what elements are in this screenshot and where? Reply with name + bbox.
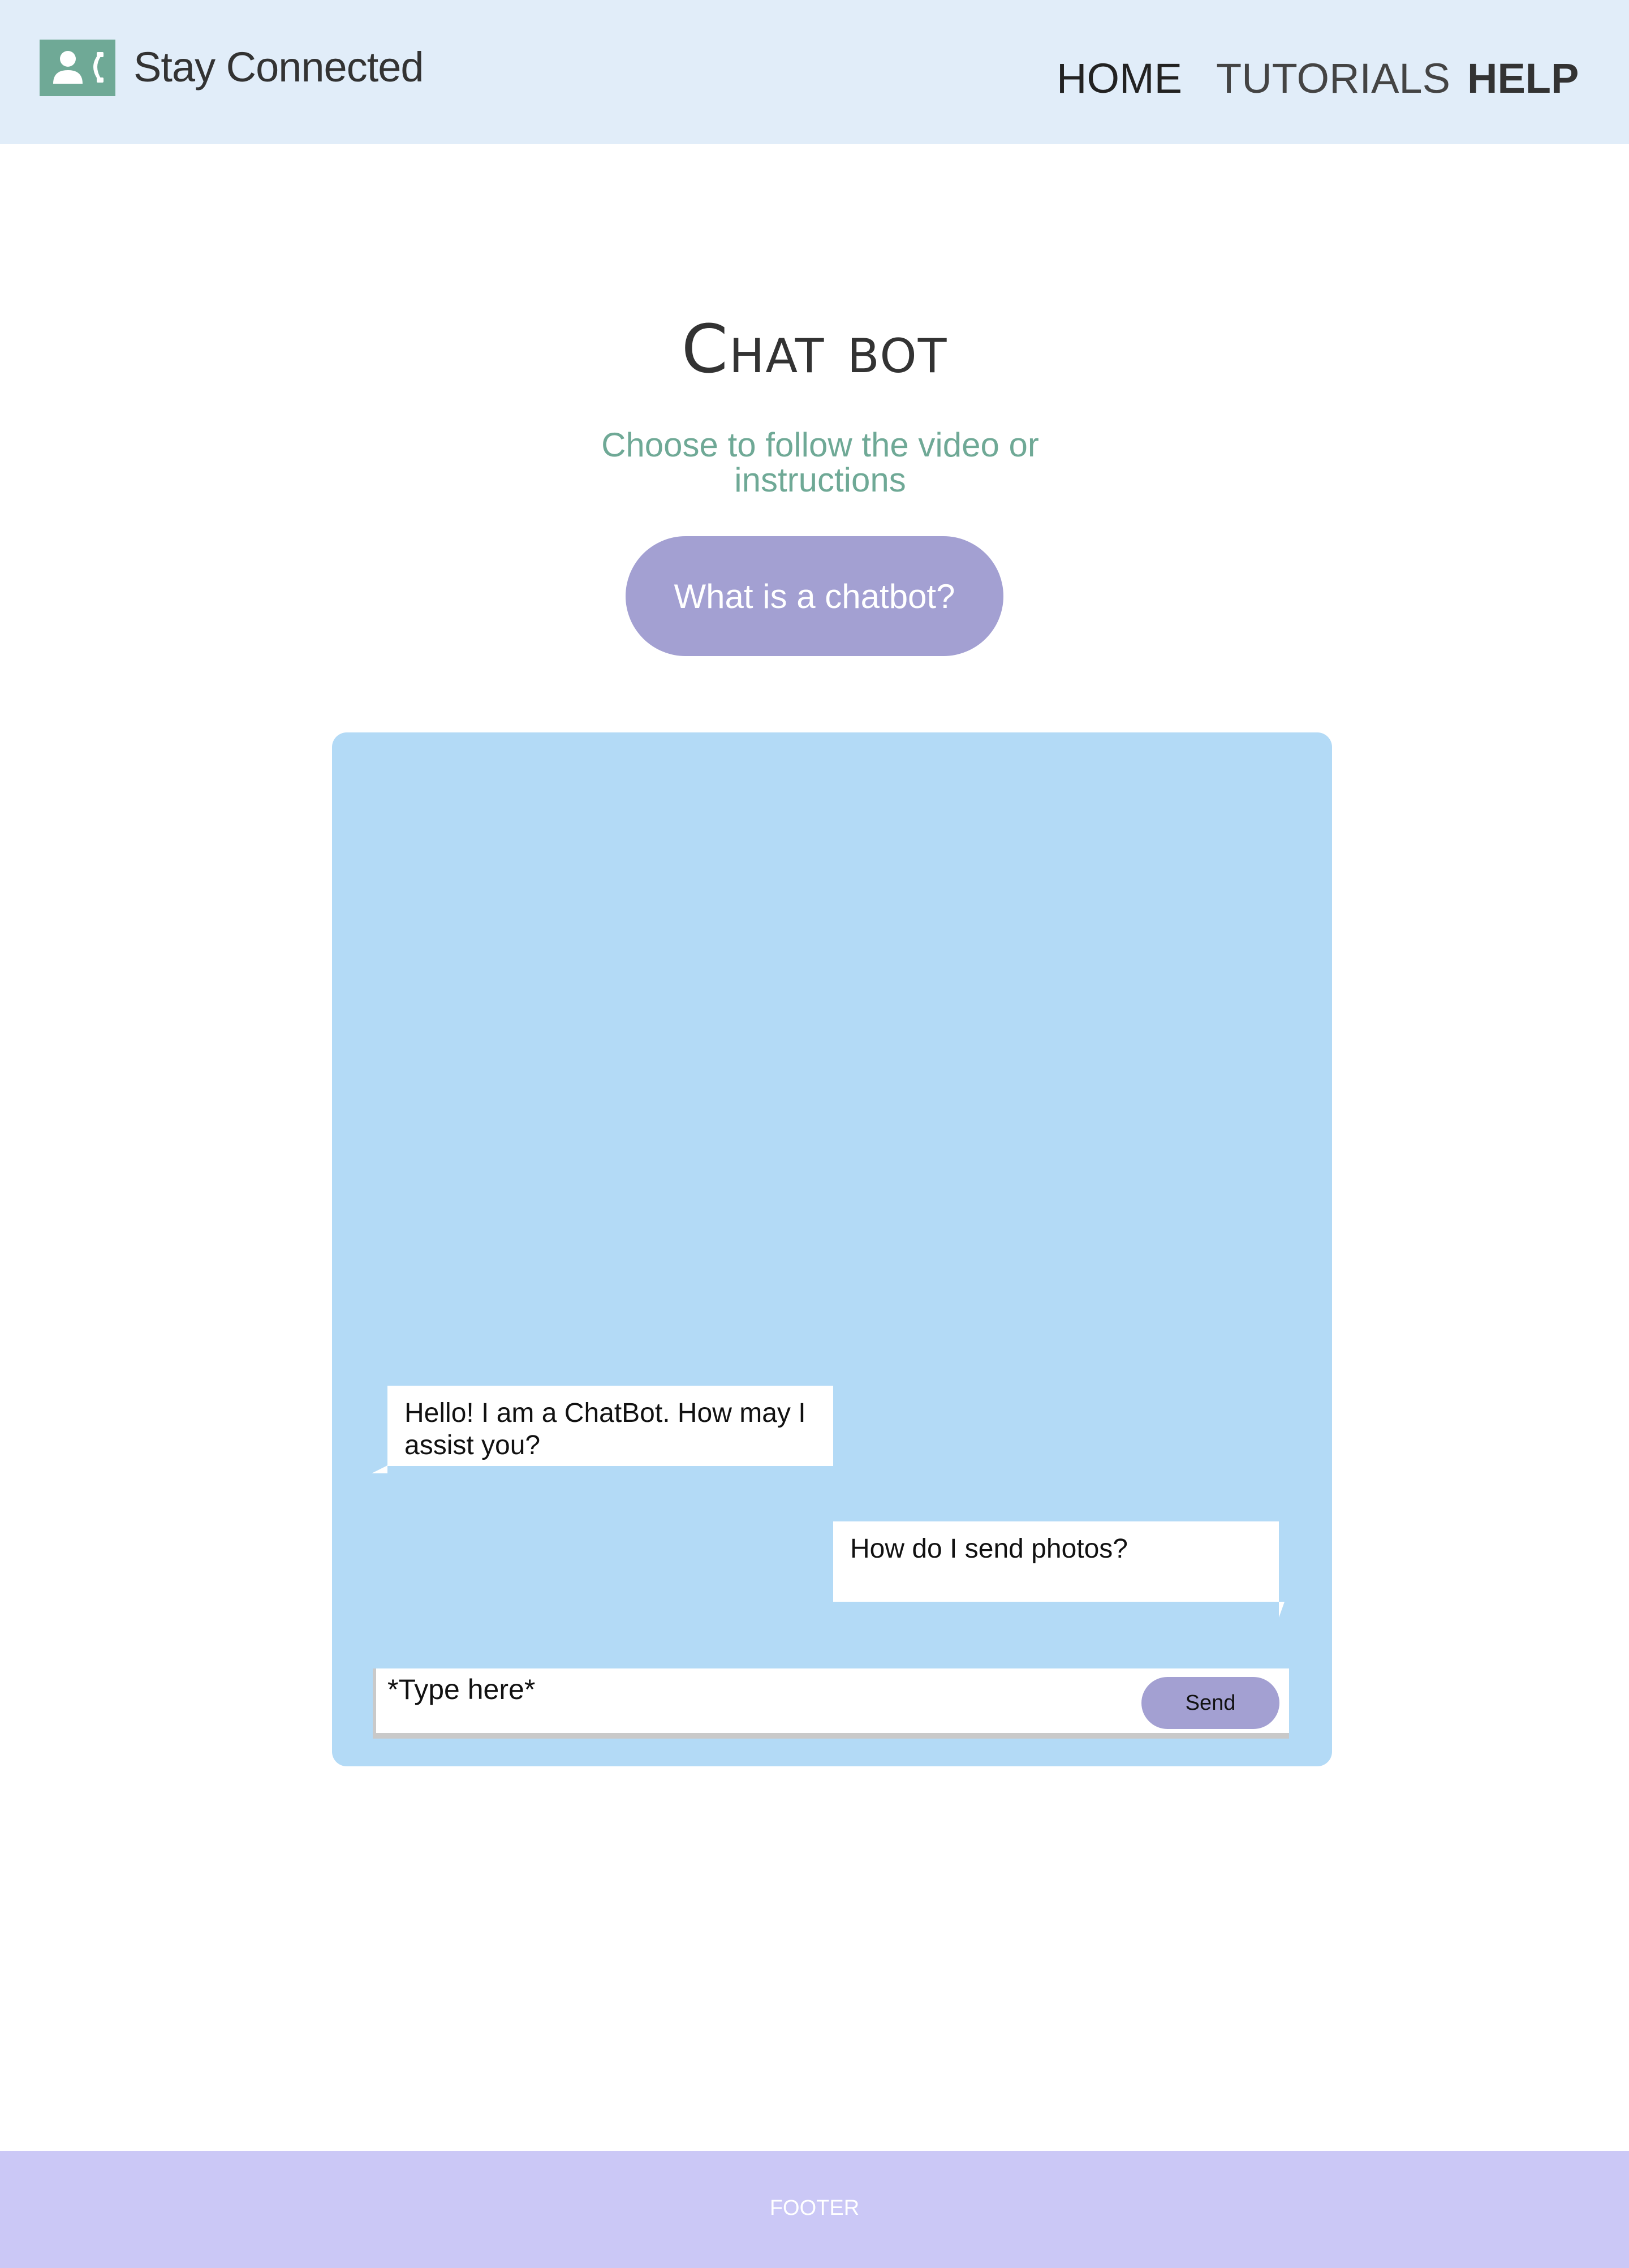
user-message: How do I send photos? <box>833 1521 1279 1602</box>
person-phone-icon[interactable] <box>40 40 115 96</box>
chat-input-text[interactable]: *Type here* <box>387 1673 535 1706</box>
footer: FOOTER <box>0 2151 1629 2268</box>
nav-home[interactable]: HOME <box>1057 54 1182 102</box>
nav-help[interactable]: HELP <box>1467 54 1579 102</box>
send-button[interactable]: Send <box>1141 1677 1279 1729</box>
user-bubble-tail <box>1279 1602 1285 1618</box>
bot-message: Hello! I am a ChatBot. How may I assist … <box>387 1386 833 1466</box>
page-subtitle: Choose to follow the video or instructio… <box>601 426 1039 499</box>
page-title: Chat bot <box>681 310 948 388</box>
brand-name[interactable]: Stay Connected <box>133 43 424 91</box>
footer-text: FOOTER <box>769 2196 860 2220</box>
what-is-chatbot-button[interactable]: What is a chatbot? <box>626 536 1003 656</box>
bot-bubble-tail <box>372 1465 387 1473</box>
chat-panel: Hello! I am a ChatBot. How may I assist … <box>332 732 1332 1766</box>
nav-tutorials[interactable]: TUTORIALS <box>1216 54 1450 102</box>
chat-input[interactable]: *Type here* Send <box>373 1668 1289 1739</box>
header: Stay Connected HOME TUTORIALS HELP <box>0 0 1629 144</box>
